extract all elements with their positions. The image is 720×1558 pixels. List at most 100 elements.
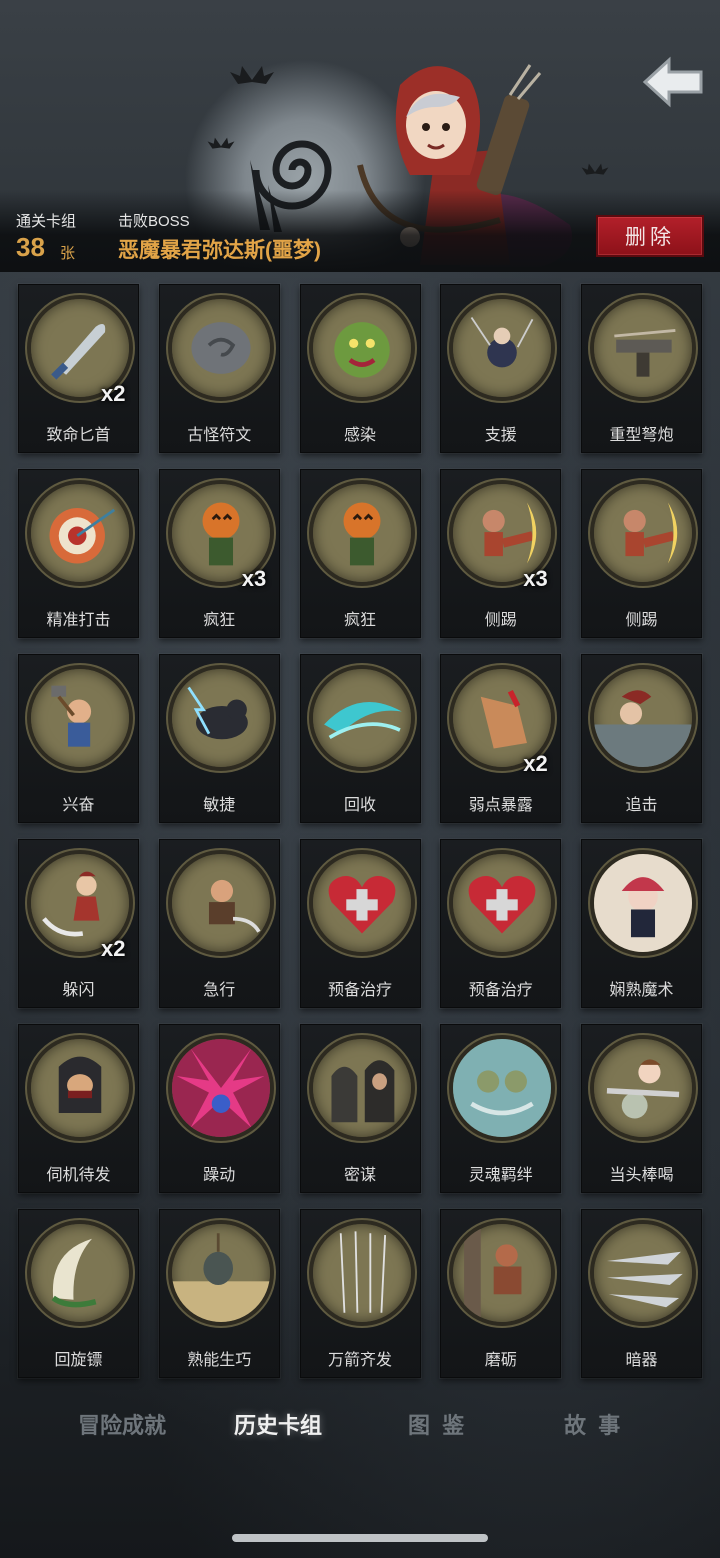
deck-card[interactable]: 敏捷: [158, 654, 280, 823]
heal-heart-icon: [449, 850, 556, 956]
card-name: 感染: [343, 427, 376, 444]
card-copy-count: x3: [523, 566, 548, 591]
card-name: 娴熟魔术: [609, 982, 674, 999]
magician-icon: [590, 850, 696, 956]
infected-monster-icon: [308, 295, 415, 401]
deck-card[interactable]: 预备治疗: [440, 839, 562, 1008]
card-name: 预备治疗: [327, 982, 392, 999]
deck-card[interactable]: 当头棒喝: [581, 1024, 702, 1193]
card-count-value: 38: [16, 232, 45, 262]
card-name: 敏捷: [203, 797, 236, 814]
card-copy-count: x3: [241, 566, 267, 591]
card-name: 回收: [343, 797, 376, 814]
support-archers-icon: [449, 295, 556, 401]
card-name: 磨砺: [484, 1352, 517, 1369]
deck-card[interactable]: 急行: [158, 839, 280, 1008]
card-name: 致命匕首: [46, 427, 111, 444]
card-name: 躲闪: [62, 982, 95, 999]
delete-button[interactable]: 删除: [596, 215, 704, 257]
deck-card[interactable]: 回收: [299, 654, 421, 823]
bat-icon: [207, 137, 235, 149]
deck-card[interactable]: 侧踢: [581, 469, 702, 638]
card-name: 万箭齐发: [327, 1352, 392, 1369]
card-name: 暗器: [625, 1352, 658, 1369]
back-button[interactable]: [638, 50, 708, 114]
deck-card[interactable]: 灵魂羁绊: [440, 1024, 562, 1193]
boss-name: 恶魔暴君弥达斯(噩梦): [118, 239, 321, 262]
boomerang-icon: [27, 1220, 133, 1326]
deck-card[interactable]: 回旋镖: [18, 1209, 139, 1378]
card-name: 当头棒喝: [609, 1167, 674, 1184]
deck-card[interactable]: 兴奋: [18, 654, 139, 823]
target-icon: [27, 480, 133, 586]
card-name: 急行: [203, 982, 236, 999]
card-copy-count: x2: [101, 381, 126, 406]
deck-card[interactable]: 磨砺: [440, 1209, 562, 1378]
deck-card[interactable]: 疯狂: [299, 469, 421, 638]
deck-card[interactable]: 支援: [440, 284, 562, 453]
deck-card[interactable]: 伺机待发: [18, 1024, 139, 1193]
tab-codex[interactable]: 图 鉴: [408, 1408, 464, 1440]
heal-heart-icon: [308, 850, 415, 956]
deck-card[interactable]: 万箭齐发: [299, 1209, 421, 1378]
throwing-knives-icon: [590, 1220, 696, 1326]
conspiracy-icon: [308, 1035, 415, 1141]
tab-story[interactable]: 故 事: [564, 1408, 620, 1440]
arrow-rain-icon: [308, 1220, 415, 1326]
header-banner: 通关卡组 38 张 击败BOSS 恶魔暴君弥达斯(噩梦) 删除: [0, 0, 720, 272]
deck-card[interactable]: 弱点暴露 x2: [440, 654, 562, 823]
side-kick-icon: [590, 480, 696, 586]
back-arrow-icon: [642, 56, 703, 108]
deck-card[interactable]: 躲闪 x2: [18, 839, 139, 1008]
card-name: 疯狂: [203, 612, 236, 629]
card-name: 密谋: [343, 1167, 376, 1184]
card-name: 重型弩炮: [609, 427, 674, 444]
home-indicator: [232, 1534, 488, 1542]
hooded-assassin-icon: [27, 1035, 133, 1141]
deck-card[interactable]: 重型弩炮: [581, 284, 702, 453]
card-copy-count: x2: [101, 936, 126, 961]
card-name: 疯狂: [343, 612, 376, 629]
wave-slash-icon: [308, 665, 415, 771]
pursuit-icon: [590, 665, 696, 771]
pumpkin-head-icon: [308, 480, 415, 586]
card-name: 灵魂羁绊: [468, 1167, 533, 1184]
card-name: 预备治疗: [468, 982, 533, 999]
deck-card[interactable]: 感染: [299, 284, 421, 453]
ballista-icon: [590, 295, 696, 401]
deck-card[interactable]: 预备治疗: [299, 839, 421, 1008]
tab-adventure-achievements[interactable]: 冒险成就: [78, 1408, 166, 1440]
deck-card[interactable]: 娴熟魔术: [581, 839, 702, 1008]
card-name: 精准打击: [46, 612, 111, 629]
deck-card[interactable]: 暗器: [581, 1209, 702, 1378]
card-count-unit: 张: [60, 244, 76, 262]
card-grid: 致命匕首 x2 古怪符文 感染 支援 重型弩炮精准打击 疯狂 x3 疯狂 侧踢 x3 侧踢兴奋 敏捷 回收…: [18, 284, 702, 1378]
deck-card[interactable]: 追击: [581, 654, 702, 823]
cleared-deck-label: 通关卡组: [16, 213, 77, 230]
tab-history-deck[interactable]: 历史卡组: [234, 1408, 322, 1440]
deck-card[interactable]: 古怪符文: [158, 284, 280, 453]
card-name: 回旋镖: [54, 1352, 103, 1369]
dash-warrior-icon: [167, 850, 274, 956]
deck-card[interactable]: 熟能生巧: [158, 1209, 280, 1378]
deck-card[interactable]: 躁动: [158, 1024, 280, 1193]
head-strike-icon: [590, 1035, 696, 1141]
deck-card[interactable]: 疯狂 x3: [158, 469, 280, 638]
soul-bond-icon: [449, 1035, 556, 1141]
deck-card[interactable]: 侧踢 x3: [440, 469, 562, 638]
rune-stone-icon: [167, 295, 274, 401]
frenzy-burst-icon: [167, 1035, 274, 1141]
deck-card[interactable]: 密谋: [299, 1024, 421, 1193]
bottom-tab-bar: 冒险成就 历史卡组 图 鉴 故 事: [0, 1400, 720, 1450]
card-name: 伺机待发: [46, 1167, 111, 1184]
defeated-boss-label: 击败BOSS: [118, 213, 190, 230]
card-name: 侧踢: [625, 612, 658, 629]
deck-card[interactable]: 精准打击: [18, 469, 139, 638]
practice-target-icon: [167, 1220, 274, 1326]
card-name: 熟能生巧: [187, 1352, 252, 1369]
hammer-dwarf-icon: [27, 665, 133, 771]
card-name: 弱点暴露: [468, 797, 533, 814]
card-name: 兴奋: [62, 797, 95, 814]
deck-card[interactable]: 致命匕首 x2: [18, 284, 139, 453]
sharpen-warrior-icon: [449, 1220, 556, 1326]
